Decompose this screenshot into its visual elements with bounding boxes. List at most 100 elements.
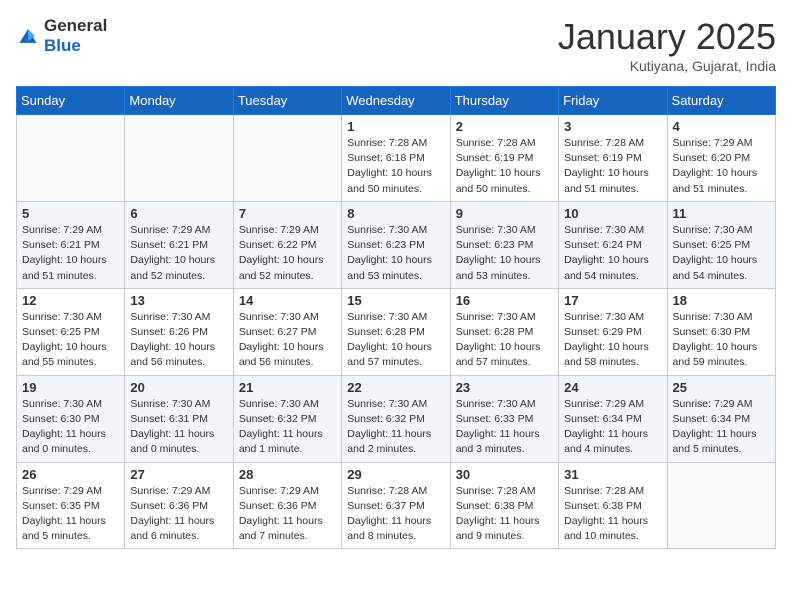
daylight-label: Daylight: 11 hours and 7 minutes. [239, 515, 323, 542]
day-number: 15 [347, 293, 444, 308]
day-number: 20 [130, 380, 227, 395]
daylight-label: Daylight: 11 hours and 5 minutes. [673, 428, 757, 455]
sunset-label: Sunset: 6:21 PM [22, 239, 100, 251]
calendar-cell: 6Sunrise: 7:29 AMSunset: 6:21 PMDaylight… [125, 201, 233, 288]
weekday-row: SundayMondayTuesdayWednesdayThursdayFrid… [17, 87, 776, 115]
day-number: 5 [22, 206, 119, 221]
calendar-table: SundayMondayTuesdayWednesdayThursdayFrid… [16, 86, 776, 549]
day-number: 2 [456, 119, 553, 134]
cell-content: Sunrise: 7:28 AMSunset: 6:38 PMDaylight:… [564, 484, 661, 545]
daylight-label: Daylight: 11 hours and 0 minutes. [130, 428, 214, 455]
calendar-cell: 10Sunrise: 7:30 AMSunset: 6:24 PMDayligh… [559, 201, 667, 288]
calendar-cell: 30Sunrise: 7:28 AMSunset: 6:38 PMDayligh… [450, 462, 558, 549]
sunset-label: Sunset: 6:26 PM [130, 326, 208, 338]
daylight-label: Daylight: 10 hours and 59 minutes. [673, 341, 758, 368]
sunrise-label: Sunrise: 7:29 AM [22, 485, 102, 497]
daylight-label: Daylight: 10 hours and 54 minutes. [673, 254, 758, 281]
calendar-cell: 22Sunrise: 7:30 AMSunset: 6:32 PMDayligh… [342, 375, 450, 462]
daylight-label: Daylight: 11 hours and 5 minutes. [22, 515, 106, 542]
day-number: 31 [564, 467, 661, 482]
sunrise-label: Sunrise: 7:28 AM [456, 485, 536, 497]
daylight-label: Daylight: 11 hours and 1 minute. [239, 428, 323, 455]
daylight-label: Daylight: 10 hours and 51 minutes. [22, 254, 107, 281]
day-number: 17 [564, 293, 661, 308]
sunset-label: Sunset: 6:28 PM [347, 326, 425, 338]
cell-content: Sunrise: 7:29 AMSunset: 6:34 PMDaylight:… [673, 397, 770, 458]
week-row-1: 1Sunrise: 7:28 AMSunset: 6:18 PMDaylight… [17, 115, 776, 202]
cell-content: Sunrise: 7:29 AMSunset: 6:22 PMDaylight:… [239, 223, 336, 284]
week-row-3: 12Sunrise: 7:30 AMSunset: 6:25 PMDayligh… [17, 288, 776, 375]
daylight-label: Daylight: 11 hours and 10 minutes. [564, 515, 648, 542]
sunrise-label: Sunrise: 7:30 AM [239, 311, 319, 323]
sunrise-label: Sunrise: 7:29 AM [22, 224, 102, 236]
cell-content: Sunrise: 7:30 AMSunset: 6:29 PMDaylight:… [564, 310, 661, 371]
sunrise-label: Sunrise: 7:29 AM [239, 485, 319, 497]
sunrise-label: Sunrise: 7:30 AM [673, 224, 753, 236]
daylight-label: Daylight: 10 hours and 53 minutes. [347, 254, 432, 281]
sunrise-label: Sunrise: 7:30 AM [564, 311, 644, 323]
title-section: January 2025 Kutiyana, Gujarat, India [558, 16, 776, 74]
calendar-cell: 19 Sunrise: 7:30 AMSunset: 6:30 PMDayligh… [17, 375, 125, 462]
sunset-label: Sunset: 6:28 PM [456, 326, 534, 338]
day-number: 18 [673, 293, 770, 308]
day-number: 11 [673, 206, 770, 221]
calendar-cell: 12Sunrise: 7:30 AMSunset: 6:25 PMDayligh… [17, 288, 125, 375]
cell-content: Sunrise: 7:30 AMSunset: 6:23 PMDaylight:… [347, 223, 444, 284]
day-number: 19 [22, 380, 119, 395]
location: Kutiyana, Gujarat, India [558, 58, 776, 74]
cell-content: Sunrise: 7:29 AM Sunset: 6:35 PM Daylight:… [22, 484, 119, 545]
daylight-label: Daylight: 10 hours and 56 minutes. [239, 341, 324, 368]
day-number: 28 [239, 467, 336, 482]
logo-icon [16, 24, 40, 48]
sunrise-label: Sunrise: 7:28 AM [347, 485, 427, 497]
month-title: January 2025 [558, 16, 776, 58]
calendar-cell: 29Sunrise: 7:28 AMSunset: 6:37 PMDayligh… [342, 462, 450, 549]
cell-content: Sunrise: 7:30 AMSunset: 6:28 PMDaylight:… [347, 310, 444, 371]
sunset-label: Sunset: 6:36 PM [239, 500, 317, 512]
sunrise-label: Sunrise: 7:30 AM [456, 311, 536, 323]
day-number: 24 [564, 380, 661, 395]
calendar-cell: 8Sunrise: 7:30 AMSunset: 6:23 PMDaylight… [342, 201, 450, 288]
sunrise-label: Sunrise: 7:30 AM [239, 398, 319, 410]
cell-content: Sunrise: 7:30 AMSunset: 6:28 PMDaylight:… [456, 310, 553, 371]
page-header: General Blue January 2025 Kutiyana, Guja… [16, 16, 776, 74]
daylight-label: Daylight: 10 hours and 55 minutes. [22, 341, 107, 368]
sunrise-label: Sunrise: 7:30 AM [347, 311, 427, 323]
cell-content: Sunrise: 7:30 AMSunset: 6:30 PMDaylight:… [22, 397, 119, 458]
day-number: 27 [130, 467, 227, 482]
weekday-header-monday: Monday [125, 87, 233, 115]
daylight-label: Daylight: 10 hours and 58 minutes. [564, 341, 649, 368]
calendar-cell: 28 Sunrise: 7:29 AM Sunset: 6:36 PM Dayligh… [233, 462, 341, 549]
sunrise-label: Sunrise: 7:29 AM [673, 137, 753, 149]
daylight-label: Daylight: 11 hours and 6 minutes. [130, 515, 214, 542]
day-number: 12 [22, 293, 119, 308]
week-row-4: 19 Sunrise: 7:30 AMSunset: 6:30 PMDayligh… [17, 375, 776, 462]
cell-content: Sunrise: 7:30 AMSunset: 6:32 PMDaylight:… [239, 397, 336, 458]
logo: General Blue [16, 16, 107, 56]
sunset-label: Sunset: 6:35 PM [22, 500, 100, 512]
sunrise-label: Sunrise: 7:29 AM [239, 224, 319, 236]
daylight-label: Daylight: 10 hours and 53 minutes. [456, 254, 541, 281]
calendar-cell: 18Sunrise: 7:30 AMSunset: 6:30 PMDayligh… [667, 288, 775, 375]
calendar-cell: 7Sunrise: 7:29 AMSunset: 6:22 PMDaylight… [233, 201, 341, 288]
sunset-label: Sunset: 6:22 PM [239, 239, 317, 251]
sunrise-label: Sunrise: 7:28 AM [564, 137, 644, 149]
sunrise-label: Sunrise: 7:29 AM [130, 485, 210, 497]
sunset-label: Sunset: 6:18 PM [347, 152, 425, 164]
day-number: 7 [239, 206, 336, 221]
cell-content: Sunrise: 7:29 AM Sunset: 6:21 PM Daylight:… [22, 223, 119, 284]
week-row-5: 26Sunrise: 7:29 AMSunset: 6:35 PMDayligh… [17, 462, 776, 549]
weekday-header-sunday: Sunday [17, 87, 125, 115]
calendar-header: SundayMondayTuesdayWednesdayThursdayFrid… [17, 87, 776, 115]
daylight-label: Daylight: 11 hours and 9 minutes. [456, 515, 540, 542]
logo-general: General [44, 16, 107, 35]
cell-content: Sunrise: 7:30 AMSunset: 6:33 PMDaylight:… [456, 397, 553, 458]
day-number: 29 [347, 467, 444, 482]
calendar-cell: 3Sunrise: 7:28 AMSunset: 6:19 PMDaylight… [559, 115, 667, 202]
sunset-label: Sunset: 6:38 PM [564, 500, 642, 512]
sunrise-label: Sunrise: 7:30 AM [347, 224, 427, 236]
calendar-cell: 5 Sunrise: 7:29 AM Sunset: 6:21 PM Daylight… [17, 201, 125, 288]
calendar-cell: 23Sunrise: 7:30 AMSunset: 6:33 PMDayligh… [450, 375, 558, 462]
cell-content: Sunrise: 7:30 AMSunset: 6:26 PMDaylight:… [130, 310, 227, 371]
sunset-label: Sunset: 6:34 PM [564, 413, 642, 425]
